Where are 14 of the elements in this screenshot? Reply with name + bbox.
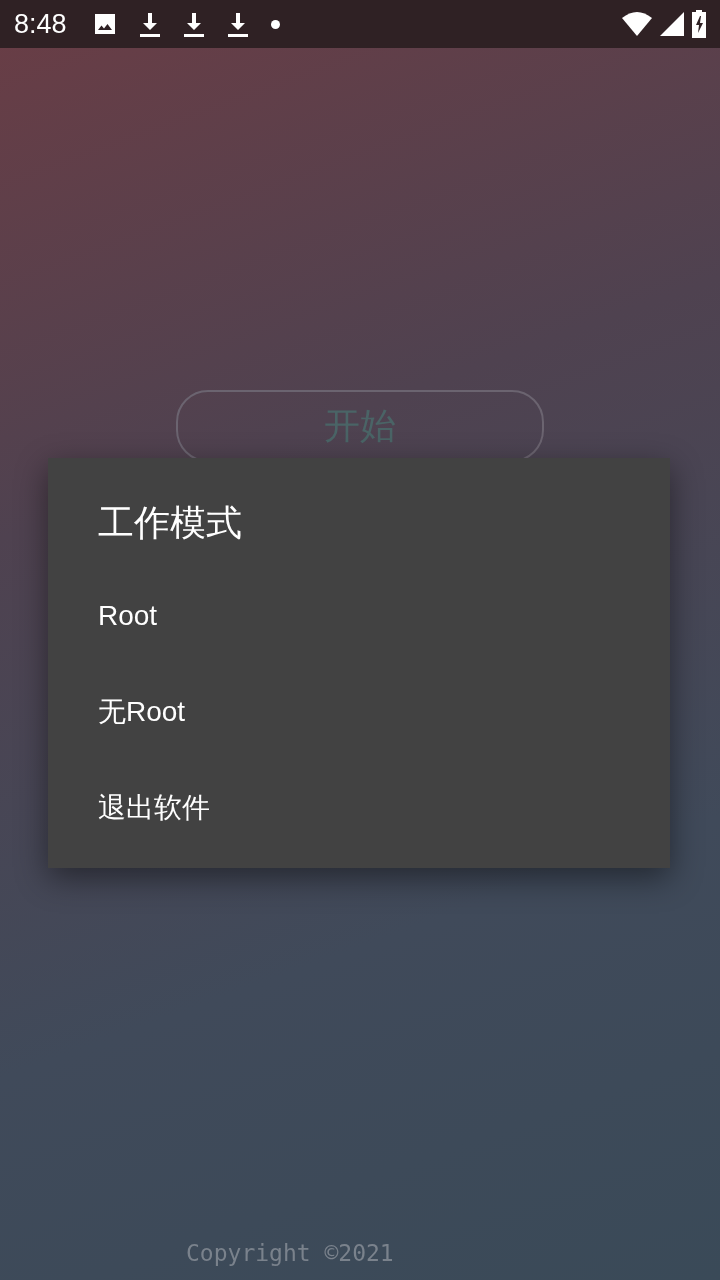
dot-icon: [270, 19, 280, 29]
download-icon: [226, 11, 249, 37]
dialog-option[interactable]: Root: [48, 568, 670, 664]
clock-time: 8:48: [14, 8, 67, 40]
download-icon: [138, 11, 161, 37]
image-icon: [92, 12, 117, 36]
battery-icon: [692, 10, 706, 38]
signal-icon: [660, 12, 684, 36]
copyright-text: Copyright ©2021: [186, 1240, 394, 1266]
dialog-option[interactable]: 无Root: [48, 664, 670, 760]
dialog-option[interactable]: 退出软件: [48, 760, 670, 856]
dialog-title: 工作模式: [98, 501, 243, 545]
wifi-icon: [622, 12, 652, 36]
download-icon: [182, 11, 205, 37]
